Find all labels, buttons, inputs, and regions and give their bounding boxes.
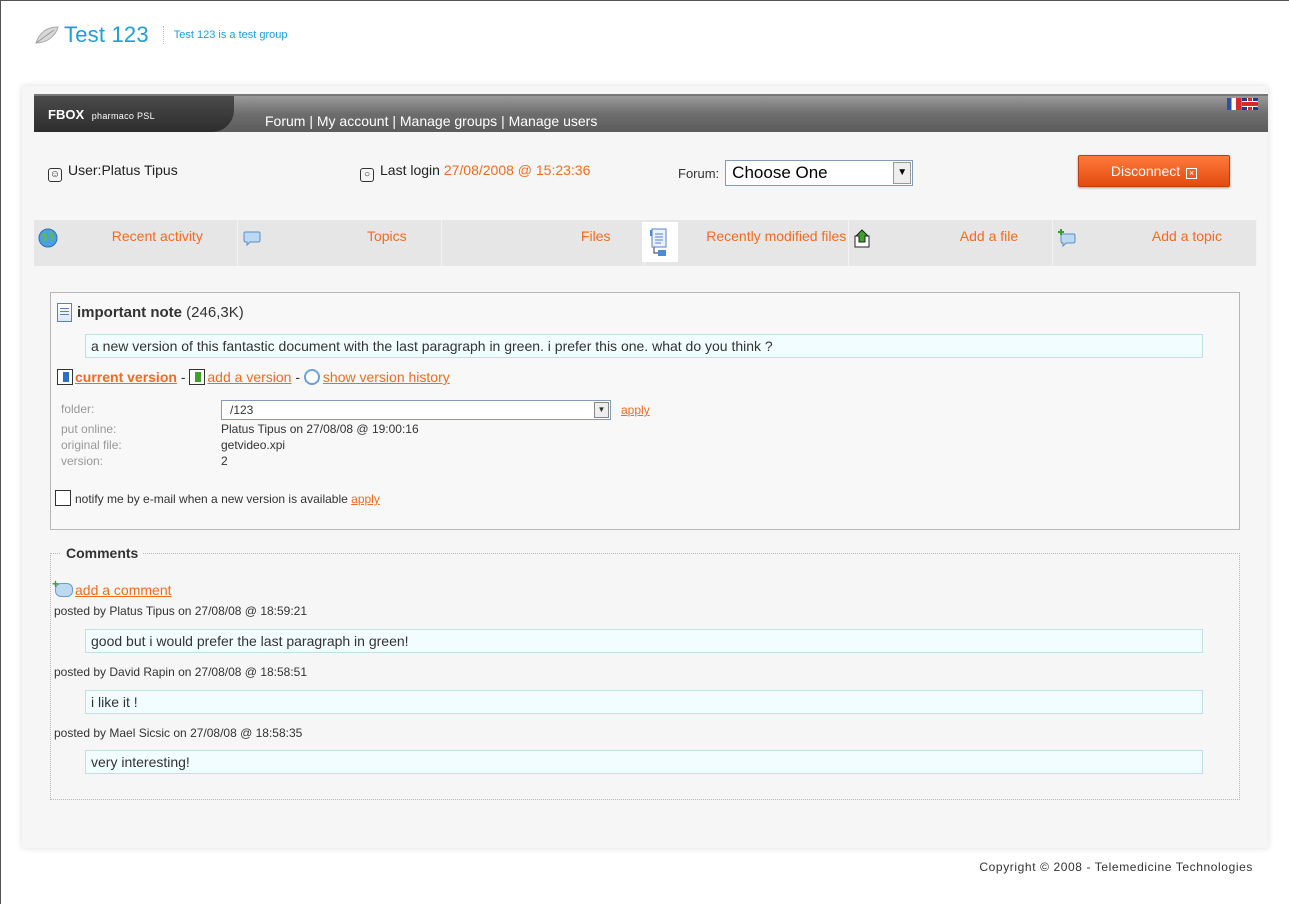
brand: FBOX pharmaco PSL [48,107,155,122]
dropdown-arrow-icon[interactable]: ▼ [893,162,912,184]
tab-label: Topics [366,228,407,244]
add-comment: add a comment [52,577,172,598]
nav-my-account[interactable]: My account [317,113,389,129]
tab-label: Add a topic [1151,228,1222,244]
folder-label: folder: [61,402,95,416]
dropdown-arrow-icon[interactable]: ▼ [594,402,609,418]
put-online-label: put online: [61,422,117,436]
disconnect-button[interactable]: Disconnect × [1078,155,1230,187]
french-flag-icon[interactable] [1227,98,1241,110]
notify-option: notify me by e-mail when a new version i… [55,490,380,506]
document-icon [651,228,667,248]
forum-chooser: Forum: Choose One ▼ [678,160,914,186]
disconnect-label: Disconnect [1110,163,1181,179]
add-version-link[interactable]: add a version [207,369,291,385]
nav-separator: | [305,113,317,129]
add-bubble-icon [1058,229,1076,248]
document-description: a new version of this fantastic document… [85,334,1203,358]
download-icon[interactable] [57,369,73,385]
title-separator [162,26,164,44]
close-icon: × [1186,168,1198,179]
add-comment-link[interactable]: add a comment [75,582,172,598]
notify-apply-link[interactable]: apply [351,492,380,506]
nav-separator: | [388,113,400,129]
comment-meta: posted by Platus Tipus on 27/08/08 @ 18:… [54,604,308,618]
forum-select[interactable]: Choose One ▼ [725,160,914,186]
copyright: Copyright © 2008 - Telemedicine Technolo… [979,860,1253,874]
comment-body: good but i would prefer the last paragra… [85,629,1203,653]
notify-checkbox[interactable] [55,490,71,506]
separator: - [291,369,304,385]
nav-separator: | [497,113,509,129]
comments-title: Comments [61,545,144,561]
document-size: (246,3K) [186,304,244,321]
document-icon [57,303,72,322]
folder-select[interactable]: /123 ▼ [221,400,611,420]
speech-bubble-icon [243,231,261,247]
tab-add-topic[interactable]: Add a topic [1053,220,1257,266]
comment-meta: posted by Mael Sicsic on 27/08/08 @ 18:5… [54,726,303,740]
user-info-row: ☺ User:Platus Tipus ○ Last login 27/08/200… [48,155,1248,187]
forum-select-value: Choose One [732,163,828,182]
tab-label: Recently modified files [706,228,847,244]
main-nav: Forum | My account | Manage groups | Man… [265,113,597,129]
separator: - [176,369,190,385]
version-history-link[interactable]: show version history [323,369,450,385]
brand-subtitle: pharmaco PSL [91,111,155,121]
tab-add-file[interactable]: Add a file [849,220,1054,266]
folder-select-value: /123 [230,403,254,417]
last-login: ○ Last login 27/08/2008 @ 15:23:36 [360,162,590,182]
main-panel: FBOX pharmaco PSL Forum | My account | M… [22,86,1268,848]
document-details: important note (246,3K) a new version of… [50,292,1240,530]
last-login-label: Last login [380,162,440,178]
tab-topics[interactable]: Topics [238,220,442,266]
put-online-value: Platus Tipus on 27/08/08 @ 19:00:16 [221,422,419,436]
site-description: Test 123 is a test group [173,29,288,41]
user-label: User:Platus Tipus [68,162,178,178]
tab-files[interactable]: Files [442,220,678,266]
tab-recent-activity[interactable]: Recent activity [34,220,238,266]
language-flags [1227,98,1258,110]
globe-icon [38,228,58,248]
document-actions: current version - add a version - show v… [57,369,450,385]
section-tabs: Recent activity Topics Files Recently mo… [34,220,1257,266]
version-label: version: [61,454,104,468]
tab-label: Recent activity [111,228,203,244]
tab-recently-modified[interactable]: Recently modified files [645,220,850,266]
version-value: 2 [221,454,228,468]
notify-label: notify me by e-mail when a new version i… [75,492,348,506]
upload-icon[interactable] [189,369,206,385]
comments-section: Comments add a comment posted by Platus … [50,545,1240,800]
uk-flag-icon[interactable] [1242,98,1258,110]
site-title: Test 123 [64,22,149,47]
plug-icon: ○ [360,168,374,182]
user-icon: ☺ [48,168,62,182]
original-file-value: getvideo.xpi [221,438,286,452]
upload-icon [854,229,870,248]
site-header: Test 123 Test 123 is a test group [34,22,288,48]
brand-name: FBOX [48,107,85,122]
forum-label: Forum: [678,165,720,181]
original-file-label: original file: [61,438,122,452]
tab-label: Files [580,228,611,244]
leaf-logo-icon [35,26,59,44]
document-name: important note [77,304,182,321]
nav-manage-groups[interactable]: Manage groups [400,113,497,129]
comment-body: very interesting! [85,750,1203,774]
nav-manage-users[interactable]: Manage users [509,113,598,129]
user-info: ☺ User:Platus Tipus [48,162,178,182]
top-nav-bar: FBOX pharmaco PSL Forum | My account | M… [34,94,1268,132]
folder-apply-link[interactable]: apply [621,403,650,417]
nav-forum[interactable]: Forum [265,113,305,129]
clock-icon[interactable] [303,369,320,385]
last-login-date: 27/08/2008 @ 15:23:36 [443,162,591,178]
current-version-link[interactable]: current version [75,369,177,385]
comment-meta: posted by David Rapin on 27/08/08 @ 18:5… [54,665,308,679]
document-title: important note (246,3K) [57,303,244,322]
comment-body: i like it ! [85,690,1203,714]
tab-label: Add a file [959,228,1019,244]
add-comment-icon[interactable] [52,577,73,597]
